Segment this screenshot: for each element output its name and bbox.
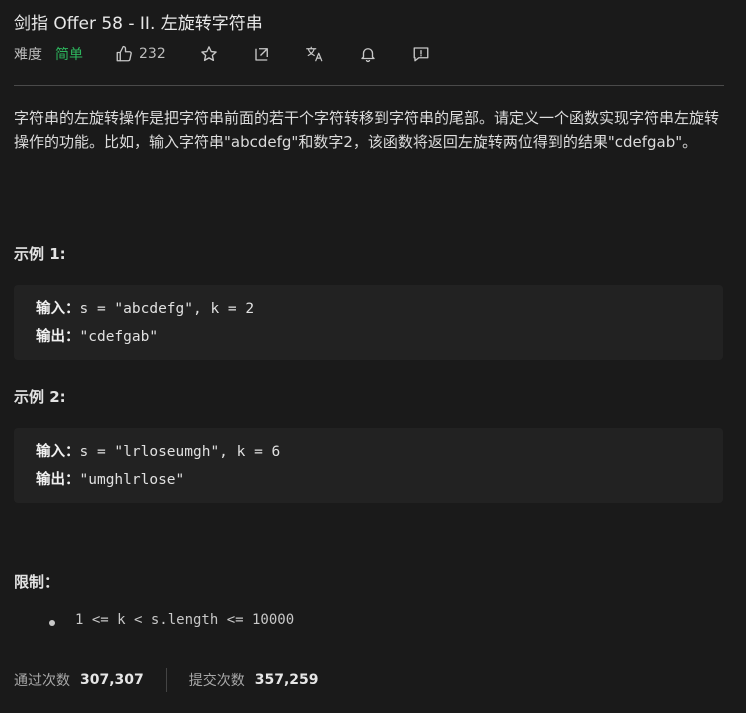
star-icon (200, 46, 217, 62)
example-1-input: 输入：s = "abcdefg", k = 2 (36, 295, 723, 323)
output-value: "umghlrlose" (79, 472, 185, 488)
input-label: 输入： (36, 444, 80, 460)
example-1-box: 输入：s = "abcdefg", k = 2 输出："cdefgab" (14, 285, 723, 360)
like-button[interactable]: 232 (115, 45, 166, 63)
input-label: 输入： (36, 301, 80, 317)
output-value: "cdefgab" (79, 329, 159, 345)
favorite-button[interactable] (199, 44, 219, 64)
difficulty-label: 难度 (14, 47, 42, 63)
problem-meta-bar: 难度 简单 232 (14, 43, 464, 65)
notification-button[interactable] (358, 44, 378, 64)
example-2-output: 输出："umghlrlose" (36, 466, 723, 494)
submission-stats: 通过次数 307,307 提交次数 357,259 (14, 668, 319, 692)
feedback-button[interactable] (411, 44, 431, 64)
header-divider (14, 85, 724, 86)
accepted-count: 307,307 (80, 672, 144, 688)
share-icon (255, 48, 268, 61)
example-2-title: 示例 2: (14, 388, 66, 406)
submitted-label: 提交次数 (188, 673, 245, 689)
thumbs-up-icon (116, 45, 132, 62)
translate-icon (305, 46, 323, 62)
difficulty-value: 简单 (55, 47, 83, 63)
example-1-output: 输出："cdefgab" (36, 323, 723, 351)
accepted-label: 通过次数 (14, 673, 70, 689)
example-1-title: 示例 1: (14, 245, 66, 263)
share-button[interactable] (252, 44, 272, 64)
input-value: s = "abcdefg", k = 2 (79, 301, 255, 317)
bullet-dot (49, 620, 55, 626)
input-value: s = "lrloseumgh", k = 6 (79, 444, 281, 460)
constraints-title: 限制： (14, 573, 60, 591)
example-2-input: 输入：s = "lrloseumgh", k = 6 (36, 438, 723, 466)
submitted-count: 357,259 (254, 672, 319, 688)
output-label: 输出： (36, 329, 80, 345)
problem-description: 字符串的左旋转操作是把字符串前面的若干个字符转移到字符串的尾部。请定义一个函数实… (14, 109, 720, 151)
bell-icon (361, 48, 375, 63)
example-2-box: 输入：s = "lrloseumgh", k = 6 输出："umghlrlos… (14, 428, 723, 503)
problem-title: 剑指 Offer 58 - II. 左旋转字符串 (14, 14, 263, 34)
output-label: 输出： (36, 472, 80, 488)
stats-divider (165, 668, 167, 692)
like-count: 232 (139, 46, 166, 62)
translate-button[interactable] (305, 44, 325, 64)
feedback-icon (413, 47, 429, 62)
constraint-item: 1 <= k < s.length <= 10000 (75, 612, 295, 628)
